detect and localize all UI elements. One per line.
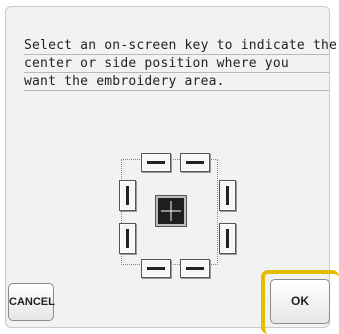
vertical-bar-icon (126, 229, 129, 248)
message-line-3: want the embroidery area. (24, 74, 329, 91)
horizontal-bar-icon (186, 267, 204, 270)
ok-button[interactable]: OK (270, 279, 330, 324)
horizontal-bar-icon (147, 161, 165, 164)
bottom-left-key[interactable] (141, 259, 171, 278)
vertical-bar-icon (226, 186, 229, 205)
top-right-key[interactable] (180, 153, 210, 172)
bottom-right-key[interactable] (180, 259, 210, 278)
cancel-button[interactable]: CANCEL (8, 283, 55, 321)
right-lower-key[interactable] (219, 223, 236, 254)
center-key[interactable] (156, 196, 186, 226)
right-upper-key[interactable] (219, 180, 236, 211)
horizontal-bar-icon (186, 161, 204, 164)
left-upper-key[interactable] (119, 180, 136, 211)
vertical-bar-icon (126, 186, 129, 205)
message-line-2: center or side position where you (24, 56, 329, 73)
left-lower-key[interactable] (119, 223, 136, 254)
top-left-key[interactable] (141, 153, 171, 172)
crosshair-icon (161, 201, 181, 221)
horizontal-bar-icon (147, 267, 165, 270)
vertical-bar-icon (226, 229, 229, 248)
message-line-1: Select an on-screen key to indicate the (24, 38, 338, 55)
